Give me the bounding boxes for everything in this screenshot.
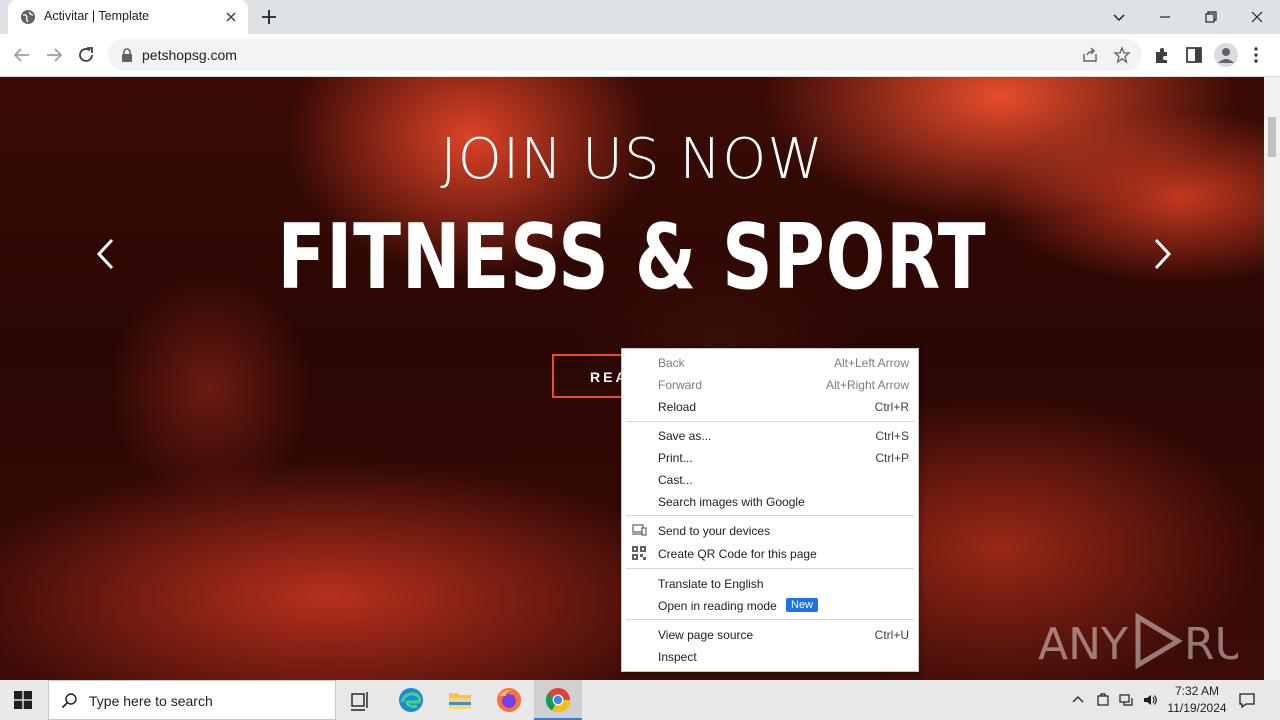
menu-separator [626, 619, 914, 620]
share-icon[interactable] [1081, 46, 1099, 64]
menu-dots-icon[interactable] [1246, 45, 1266, 65]
menu-separator [626, 421, 914, 422]
tab-title: Activitar | Template [44, 9, 150, 23]
devices-icon [632, 524, 647, 536]
clock-time: 7:32 AM [1174, 684, 1220, 698]
close-tab-icon[interactable] [223, 9, 239, 25]
tab-search-icon[interactable] [1109, 7, 1129, 27]
url-text[interactable]: petshopsg.com [142, 47, 237, 63]
new-badge: New [786, 598, 819, 612]
menu-item-save-as[interactable]: Save as... Ctrl+S [622, 424, 918, 446]
hero-subtitle: JOIN US NOW [440, 127, 824, 192]
globe-icon [21, 10, 35, 24]
context-menu: Back Alt+Left Arrow Forward Alt+Right Ar… [621, 348, 919, 672]
reload-icon[interactable] [75, 44, 97, 66]
notifications-icon[interactable] [1238, 691, 1256, 709]
close-window-icon[interactable] [1247, 7, 1267, 27]
chrome-icon [545, 688, 570, 713]
lock-icon[interactable] [120, 47, 134, 63]
extensions-icon[interactable] [1152, 45, 1172, 65]
show-hidden-icons-icon[interactable] [1070, 692, 1086, 708]
task-view-icon[interactable] [346, 686, 374, 714]
menu-item-reading-mode[interactable]: Open in reading mode New [622, 594, 918, 616]
menu-item-view-source[interactable]: View page source Ctrl+U [622, 623, 918, 645]
side-panel-icon[interactable] [1184, 45, 1204, 65]
menu-item-forward[interactable]: Forward Alt+Right Arrow [622, 373, 918, 395]
hero-title: FITNESS & SPORT [277, 205, 987, 310]
bookmark-star-icon[interactable] [1113, 46, 1131, 64]
minimize-icon[interactable] [1155, 7, 1175, 27]
slider-prev-icon[interactable] [92, 237, 122, 271]
chrome-taskbar-button[interactable] [534, 680, 582, 720]
search-icon [61, 693, 77, 709]
menu-item-print[interactable]: Print... Ctrl+P [622, 446, 918, 468]
file-explorer-icon[interactable] [446, 686, 474, 714]
menu-item-send-to-devices[interactable]: Send to your devices [622, 519, 918, 541]
anyrun-logo-icon: ANY RUN [1038, 612, 1264, 670]
menu-separator [626, 515, 914, 516]
edge-icon[interactable] [397, 686, 425, 714]
network-icon[interactable] [1118, 692, 1134, 708]
profile-avatar[interactable] [1214, 43, 1238, 67]
menu-item-search-images[interactable]: Search images with Google [622, 490, 918, 512]
security-tray-icon[interactable] [1095, 692, 1111, 708]
taskbar-clock[interactable]: 7:32 AM 11/19/2024 [1162, 683, 1232, 717]
menu-separator [626, 568, 914, 569]
svg-text:RUN: RUN [1184, 619, 1238, 670]
menu-item-cast[interactable]: Cast... [622, 468, 918, 490]
person-icon [1218, 48, 1234, 63]
menu-item-inspect[interactable]: Inspect [622, 645, 918, 667]
volume-icon[interactable] [1142, 692, 1158, 708]
menu-item-reload[interactable]: Reload Ctrl+R [622, 395, 918, 417]
restore-icon[interactable] [1201, 7, 1221, 27]
new-tab-icon[interactable] [260, 8, 278, 26]
tab-strip: Activitar | Template [0, 0, 1280, 34]
clock-date: 11/19/2024 [1167, 701, 1227, 715]
anyrun-watermark: ANY RUN [1038, 609, 1264, 673]
slider-next-icon[interactable] [1146, 237, 1176, 271]
page-scrollbar[interactable] [1264, 77, 1280, 680]
svg-text:ANY: ANY [1038, 619, 1128, 670]
windows-taskbar: Type here to search 7:32 AM 11/19/2024 [0, 680, 1280, 720]
qr-code-icon [632, 546, 646, 560]
menu-item-qr-code[interactable]: Create QR Code for this page [622, 542, 918, 564]
windows-start-icon[interactable] [14, 691, 32, 709]
scrollbar-thumb[interactable] [1268, 117, 1276, 157]
address-bar[interactable]: petshopsg.com [108, 39, 1142, 71]
taskbar-search-box[interactable]: Type here to search [48, 680, 336, 720]
search-placeholder: Type here to search [89, 693, 213, 709]
browser-toolbar: petshopsg.com [0, 34, 1280, 77]
forward-arrow-icon[interactable] [43, 44, 65, 66]
back-arrow-icon[interactable] [11, 44, 33, 66]
menu-item-translate[interactable]: Translate to English [622, 572, 918, 594]
firefox-icon[interactable] [495, 686, 523, 714]
browser-tab[interactable]: Activitar | Template [8, 0, 248, 34]
menu-item-back[interactable]: Back Alt+Left Arrow [622, 351, 918, 373]
